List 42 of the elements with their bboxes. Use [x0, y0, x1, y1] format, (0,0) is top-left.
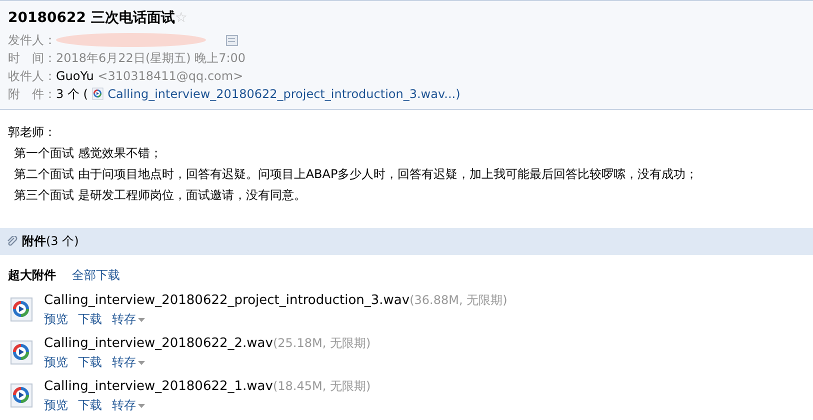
file-meta: (25.18M, 无限期)	[272, 336, 371, 350]
media-file-icon	[10, 382, 34, 408]
caret-icon	[138, 318, 145, 322]
media-file-icon	[10, 296, 34, 322]
file-action-link[interactable]: 预览	[44, 353, 68, 371]
file-action-link[interactable]: 转存	[112, 353, 145, 371]
field-label: 发件人：	[8, 32, 56, 48]
file-action-link[interactable]: 下载	[78, 353, 102, 371]
message-line: 第三个面试 是研发工程师岗位，面试邀请，没有同意。	[13, 187, 307, 204]
email-subject: 20180622 三次电话面试	[8, 9, 175, 27]
file-meta: (36.88M, 无限期)	[410, 293, 508, 307]
file-name: Calling_interview_20180622_project_introduction_3.wav	[44, 293, 410, 308]
caret-icon	[138, 404, 145, 408]
media-file-icon	[10, 340, 34, 366]
media-file-icon	[92, 87, 104, 101]
paperclip-icon	[6, 236, 18, 248]
file-name: Calling_interview_20180622_1.wav	[44, 379, 273, 394]
file-meta: (18.45M, 无限期)	[272, 379, 371, 393]
file-action-link[interactable]: 下载	[78, 396, 102, 414]
section-title: 超大附件	[8, 267, 56, 284]
caret-icon	[138, 360, 145, 365]
file-action-link[interactable]: 转存	[112, 310, 145, 328]
recipient-name: GuoYu	[56, 69, 94, 83]
file-action-link[interactable]: 转存	[112, 396, 145, 414]
field-label: 附 件：	[8, 86, 56, 102]
file-action-link[interactable]: 下载	[78, 310, 102, 328]
file-action-link[interactable]: 预览	[44, 310, 68, 328]
attachment-link[interactable]: Calling_interview_20180622_project_introduction_3.wav...)	[108, 87, 460, 101]
attachments-count: (3 个)	[46, 234, 79, 248]
attachment-count: 3 个 (	[56, 86, 88, 102]
field-value: 2018年6月22日(星期五) 晚上7:00	[56, 50, 246, 66]
message-line: 第二个面试 由于问项目地点时，回答有迟疑。问项目上ABAP多少人时，回答有迟疑，加上我可能最后回答比较啰嗦，没有成功；	[13, 166, 699, 183]
message-line: 第一个面试 感觉效果不错；	[13, 145, 163, 162]
file-action-link[interactable]: 预览	[44, 396, 68, 414]
message-line: 郭老师：	[8, 124, 57, 141]
attachments-title: 附件	[22, 234, 46, 248]
recipient-address: <310318411@qq.com>	[98, 69, 244, 83]
download-all-link[interactable]: 全部下载	[72, 267, 120, 284]
field-label: 时 间：	[8, 50, 56, 66]
field-label: 收件人：	[8, 68, 56, 84]
contact-card-icon[interactable]	[226, 34, 238, 46]
file-name: Calling_interview_20180622_2.wav	[44, 336, 273, 351]
